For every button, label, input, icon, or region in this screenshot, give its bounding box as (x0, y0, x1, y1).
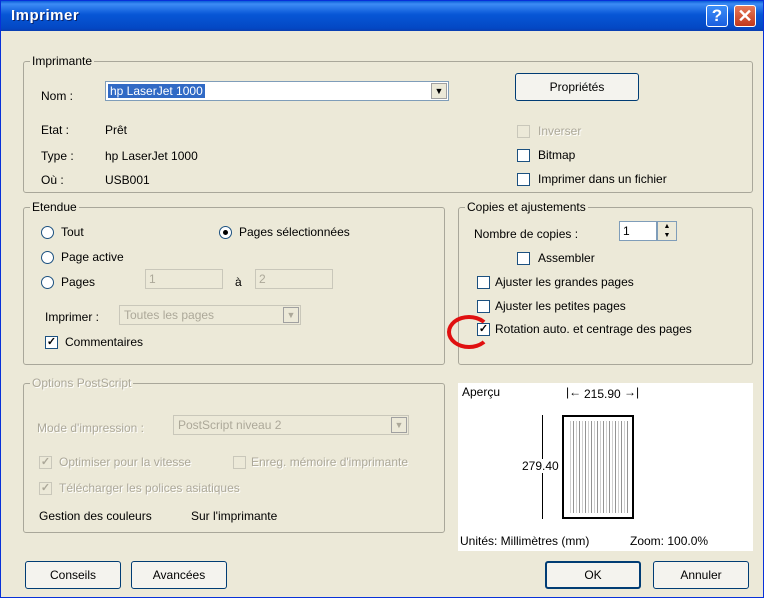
chevron-down-icon[interactable]: ▼ (431, 83, 447, 99)
comments-checkbox[interactable]: ✓ (45, 336, 58, 349)
from-page-input[interactable]: 1 (145, 269, 223, 289)
comments-label: Commentaires (65, 335, 144, 349)
optimize-speed-checkbox[interactable]: ✓ (39, 456, 52, 469)
copies-spinner[interactable]: ▲ ▼ (657, 221, 677, 241)
fit-large-label: Ajuster les grandes pages (495, 275, 634, 289)
tips-button[interactable]: Conseils (25, 561, 121, 589)
copies-count-label: Nombre de copies : (474, 227, 579, 241)
properties-button[interactable]: Propriétés (515, 73, 639, 101)
range-group-legend: Etendue (30, 200, 79, 214)
collate-label: Assembler (538, 251, 595, 265)
advanced-button[interactable]: Avancées (131, 561, 227, 589)
color-management-label: Gestion des couleurs (39, 509, 152, 523)
to-label: à (235, 275, 242, 289)
download-fonts-label: Télécharger les polices asiatiques (59, 481, 240, 495)
where-label: Où : (41, 173, 64, 187)
window-title: Imprimer (11, 7, 80, 24)
collate-checkbox[interactable] (517, 252, 530, 265)
current-page-radio[interactable] (41, 251, 54, 264)
current-page-label: Page active (61, 250, 124, 264)
chevron-down-icon[interactable]: ▼ (283, 307, 299, 323)
preview-panel: Aperçu |← 215.90 →| 279.40 Unités: Milli… (458, 383, 753, 551)
print-subset-select[interactable]: Toutes les pages ▼ (119, 305, 301, 325)
ok-button[interactable]: OK (545, 561, 641, 589)
preview-title: Aperçu (462, 385, 501, 399)
print-to-file-label: Imprimer dans un fichier (538, 172, 667, 186)
reverse-label: Inverser (538, 124, 582, 138)
selection-label: Pages sélectionnées (239, 225, 350, 239)
title-bar[interactable]: Imprimer ? ✕ (1, 1, 763, 31)
to-page-input[interactable]: 2 (255, 269, 333, 289)
width-arrow-right-icon: →| (624, 385, 640, 399)
page-content-thumbnail (568, 421, 628, 513)
chevron-down-icon[interactable]: ▼ (391, 417, 407, 433)
copies-count-input[interactable]: 1 (619, 221, 657, 241)
preview-width: 215.90 (584, 387, 621, 401)
save-memory-label: Enreg. mémoire d'imprimante (251, 455, 409, 469)
type-value: hp LaserJet 1000 (105, 149, 198, 163)
print-dialog: Imprimer ? ✕ Imprimante Nom : hp LaserJe… (0, 0, 764, 598)
printer-name-label: Nom : (41, 89, 74, 103)
fit-large-checkbox[interactable] (477, 276, 490, 289)
print-mode-select[interactable]: PostScript niveau 2 ▼ (173, 415, 409, 435)
print-subset-label: Imprimer : (45, 310, 99, 324)
preview-height: 279.40 (522, 459, 559, 473)
status-value: Prêt (105, 123, 128, 137)
print-mode-value: PostScript niveau 2 (178, 418, 282, 432)
printer-group-legend: Imprimante (30, 54, 95, 68)
postscript-group-legend: Options PostScript (30, 376, 134, 390)
auto-rotate-label: Rotation auto. et centrage des pages (495, 322, 692, 336)
optimize-speed-label: Optimiser pour la vitesse (59, 455, 192, 469)
print-mode-label: Mode d'impression : (37, 421, 145, 435)
bitmap-label: Bitmap (538, 148, 576, 162)
color-management-value: Sur l'imprimante (191, 509, 278, 523)
reverse-checkbox[interactable] (517, 125, 530, 138)
printer-name-select[interactable]: hp LaserJet 1000 ▼ (105, 81, 449, 101)
cancel-button[interactable]: Annuler (653, 561, 749, 589)
fit-small-checkbox[interactable] (477, 300, 490, 313)
type-label: Type : (41, 149, 74, 163)
page-thumbnail (562, 415, 634, 519)
print-to-file-checkbox[interactable] (517, 173, 530, 186)
save-memory-checkbox[interactable] (233, 456, 246, 469)
help-button[interactable]: ? (706, 5, 728, 27)
selection-radio[interactable] (219, 226, 232, 239)
pages-radio[interactable] (41, 276, 54, 289)
width-arrow-icon: |← (566, 385, 582, 399)
bitmap-checkbox[interactable] (517, 149, 530, 162)
red-annotation-circle (447, 315, 491, 349)
download-fonts-checkbox[interactable]: ✓ (39, 482, 52, 495)
fit-small-label: Ajuster les petites pages (495, 299, 626, 313)
preview-units: Unités: Millimètres (mm) (460, 534, 590, 548)
pages-label: Pages (61, 275, 96, 289)
print-subset-value: Toutes les pages (124, 308, 215, 322)
all-pages-label: Tout (61, 225, 84, 239)
preview-zoom: Zoom: 100.0% (630, 534, 709, 548)
close-button[interactable]: ✕ (734, 5, 756, 27)
where-value: USB001 (105, 173, 150, 187)
all-pages-radio[interactable] (41, 226, 54, 239)
status-label: Etat : (41, 123, 70, 137)
printer-name-value: hp LaserJet 1000 (108, 84, 205, 98)
copies-group-legend: Copies et ajustements (465, 200, 588, 214)
